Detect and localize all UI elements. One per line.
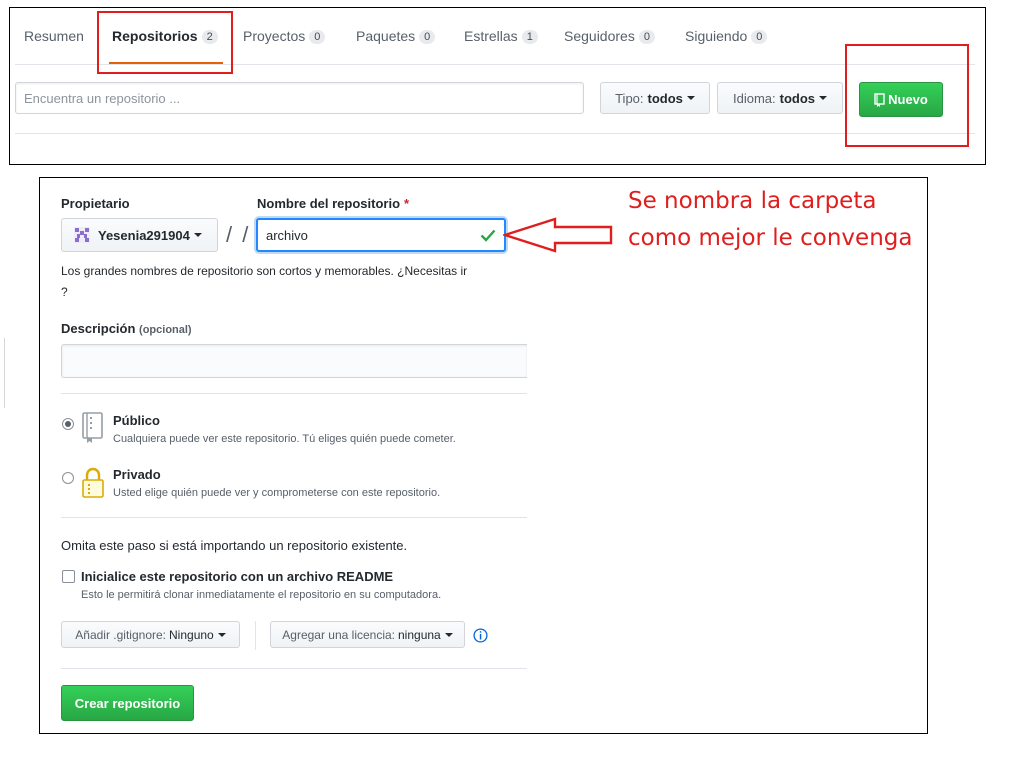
tab-count: 0 bbox=[419, 30, 436, 44]
private-option-note: Usted elige quién puede ver y compromete… bbox=[113, 487, 441, 499]
language-filter-dropdown[interactable]: Idioma: todos bbox=[717, 82, 843, 114]
caret-down-icon bbox=[217, 632, 226, 637]
tab-seguidores[interactable]: Seguidores 0 bbox=[564, 28, 655, 44]
tab-label: Resumen bbox=[24, 28, 84, 44]
tab-count: 0 bbox=[638, 30, 655, 44]
readme-label[interactable]: Inicialice este repositorio con un archi… bbox=[81, 569, 393, 584]
caret-down-icon bbox=[686, 96, 695, 100]
description-optional: (opcional) bbox=[139, 324, 192, 336]
public-option-title: Público bbox=[113, 413, 160, 428]
repo-name-label: Nombre del repositorio * bbox=[257, 196, 409, 211]
divider bbox=[61, 517, 527, 518]
required-mark: * bbox=[404, 196, 410, 211]
repo-name-hint: Los grandes nombres de repositorio son c… bbox=[61, 264, 468, 278]
description-label: Descripción (opcional) bbox=[61, 321, 192, 336]
lock-icon bbox=[82, 467, 104, 498]
caret-down-icon bbox=[819, 96, 828, 100]
tab-label: Siguiendo bbox=[685, 28, 748, 44]
caret-down-icon bbox=[193, 233, 202, 237]
import-skip-note: Omita este paso si está importando un re… bbox=[61, 538, 408, 553]
annotation-arrow-icon bbox=[503, 217, 613, 253]
license-dropdown[interactable]: Agregar una licencia: ninguna bbox=[270, 621, 465, 648]
gitignore-label: Añadir .gitignore: bbox=[75, 627, 167, 642]
tab-count: 1 bbox=[521, 30, 538, 44]
create-repository-button[interactable]: Crear repositorio bbox=[61, 685, 194, 721]
type-filter-dropdown[interactable]: Tipo: todos bbox=[600, 82, 710, 114]
annotation-line: Se nombra la carpeta bbox=[628, 188, 877, 214]
description-input[interactable] bbox=[61, 344, 527, 378]
info-icon[interactable] bbox=[473, 628, 488, 643]
language-filter-value: todos bbox=[779, 90, 816, 106]
annotation-note: Se nombra la carpeta como mejor le conve… bbox=[628, 183, 912, 257]
type-filter-value: todos bbox=[647, 90, 683, 106]
public-option-note: Cualquiera puede ver este repositorio. T… bbox=[113, 433, 456, 445]
private-option-title: Privado bbox=[113, 467, 161, 482]
highlight-box-repositorios-tab bbox=[97, 11, 233, 74]
tab-count: 0 bbox=[751, 30, 768, 44]
type-filter-label: Tipo: bbox=[615, 90, 644, 106]
language-filter-label: Idioma: bbox=[732, 90, 776, 106]
edge-mark bbox=[4, 338, 5, 408]
license-value: ninguna bbox=[398, 627, 441, 642]
tab-count: 0 bbox=[309, 30, 326, 44]
vertical-divider bbox=[255, 621, 256, 650]
annotation-line: como mejor le convenga bbox=[628, 225, 913, 251]
owner-label: Propietario bbox=[61, 196, 130, 211]
caret-down-icon bbox=[444, 632, 453, 637]
tab-proyectos[interactable]: Proyectos 0 bbox=[243, 28, 326, 44]
repo-name-input[interactable] bbox=[258, 220, 478, 250]
tab-label: Seguidores bbox=[564, 28, 635, 44]
divider bbox=[61, 668, 527, 669]
repo-search-input[interactable] bbox=[15, 82, 584, 114]
private-radio[interactable] bbox=[62, 472, 74, 484]
tab-paquetes[interactable]: Paquetes 0 bbox=[356, 28, 436, 44]
tab-label: Estrellas bbox=[464, 28, 518, 44]
tab-resumen[interactable]: Resumen bbox=[24, 28, 84, 44]
tab-estrellas[interactable]: Estrellas 1 bbox=[464, 28, 538, 44]
divider bbox=[61, 393, 527, 394]
tab-label: Proyectos bbox=[243, 28, 306, 44]
owner-name: Yesenia291904 bbox=[98, 227, 190, 243]
public-radio[interactable] bbox=[62, 418, 74, 430]
owner-dropdown[interactable]: Yesenia291904 bbox=[61, 218, 218, 252]
owner-separator: / / bbox=[226, 222, 251, 247]
readme-checkbox[interactable] bbox=[62, 570, 75, 583]
valid-check-icon bbox=[480, 229, 496, 242]
new-repository-form: Propietario Nombre del repositorio * Yese… bbox=[39, 177, 928, 734]
description-label-text: Descripción bbox=[61, 321, 136, 336]
highlight-box-new-button bbox=[845, 44, 969, 147]
tab-siguiendo[interactable]: Siguiendo 0 bbox=[685, 28, 768, 44]
repo-filter-bar: Tipo:todos Idioma:todos Nuevo bbox=[15, 65, 975, 134]
repo-name-label-text: Nombre del repositorio bbox=[257, 196, 401, 211]
gitignore-value: Ninguno bbox=[169, 627, 214, 642]
avatar bbox=[74, 227, 90, 243]
repo-name-hint-cont: ? bbox=[61, 285, 68, 299]
repo-name-hint-wrap: Los grandes nombres de repositorio son c… bbox=[61, 264, 527, 280]
tab-label: Paquetes bbox=[356, 28, 416, 44]
public-repo-icon bbox=[82, 412, 103, 443]
readme-note: Esto le permitirá clonar inmediatamente … bbox=[81, 589, 442, 601]
gitignore-dropdown[interactable]: Añadir .gitignore: Ninguno bbox=[61, 621, 240, 648]
license-label: Agregar una licencia: bbox=[282, 627, 395, 642]
repo-name-field[interactable] bbox=[256, 218, 506, 252]
